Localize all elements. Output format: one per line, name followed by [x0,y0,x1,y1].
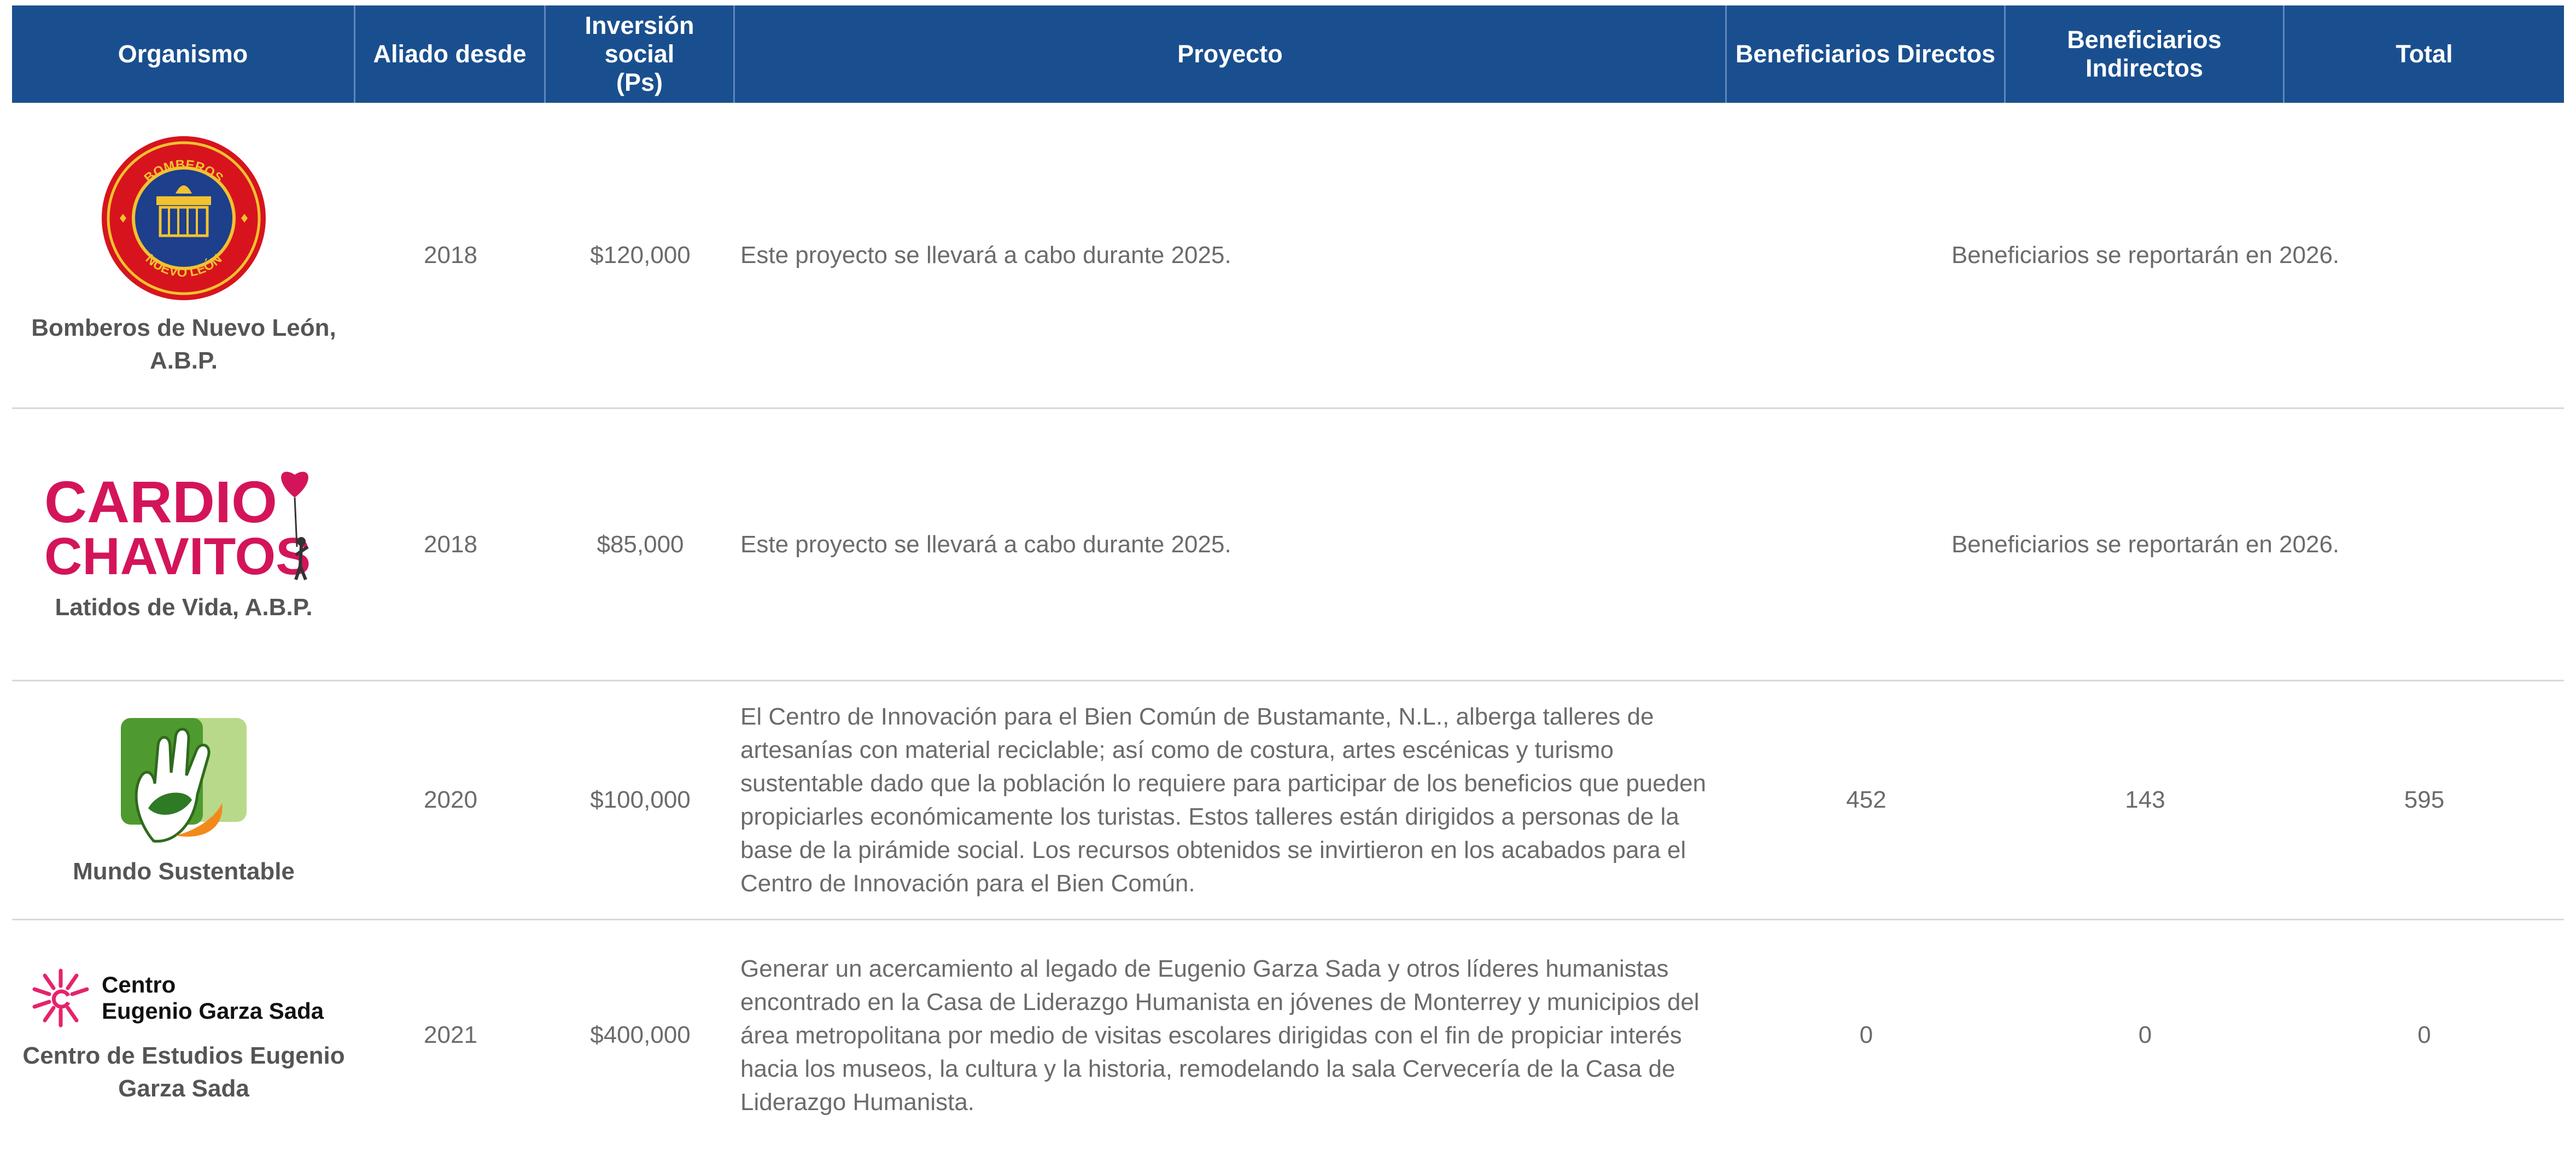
proyecto-text-line: base de la pirámide social. Los recursos… [740,837,1686,863]
header-inversion-social: Inversión social (Ps) [546,5,735,103]
proyecto-cell: Este proyecto se llevará a cabo durante … [740,242,1231,268]
table-header: Organismo Aliado desde Inversión social … [12,5,2564,103]
proyecto-cell: El Centro de Innovación para el Bien Com… [735,681,1727,919]
beneficiarios-directos-cell: 452 [1846,786,1886,813]
aliado-desde-cell: 2018 [424,530,477,558]
proyecto-text-line: encontrado en la Casa de Liderazgo Human… [740,988,1699,1015]
organismo-name-line1: Bomberos de Nuevo León, [31,314,336,341]
mundo-sustentable-logo-icon [115,713,252,847]
aliado-desde-cell: 2020 [424,786,477,813]
organismo-cell: BOMBEROS NUEVO LEÓN Bomberos de Nuevo Le… [12,103,355,407]
organismo-name-line1: Centro de Estudios Eugenio [22,1042,345,1069]
beneficiarios-note-cell: Beneficiarios se reportarán en 2026. [1951,241,2340,268]
organismo-name-line2: A.B.P. [150,347,218,374]
inversion-cell: $400,000 [590,1021,691,1048]
organismo-cell: Centro Eugenio Garza Sada Centro de Estu… [12,920,355,1150]
header-inversion-line2: social [604,40,675,68]
inversion-cell: $85,000 [597,530,684,558]
table-row: Centro Eugenio Garza Sada Centro de Estu… [12,920,2564,1150]
bomberos-logo-icon: BOMBEROS NUEVO LEÓN [99,133,268,303]
header-proyecto: Proyecto [735,5,1727,103]
cardio-chavitos-logo-icon: CARDIO CHAVITOS [44,465,323,582]
organismo-name-line2: Garza Sada [118,1075,249,1102]
inversion-cell: $120,000 [590,241,691,268]
beneficiarios-directos-cell: 0 [1859,1021,1873,1048]
organismo-name: Mundo Sustentable [73,855,295,888]
total-cell: 0 [2417,1021,2431,1048]
aliado-desde-cell: 2018 [424,241,477,268]
proyecto-text-line: hacia los museos, la cultura y la histor… [740,1055,1675,1082]
egs-logo-line2: Eugenio Garza Sada [102,998,324,1024]
table-row: CARDIO CHAVITOS Latidos de Vida, A.B.P. … [12,409,2564,681]
organismo-cell: CARDIO CHAVITOS Latidos de Vida, A.B.P. [12,409,355,680]
beneficiaries-table: Organismo Aliado desde Inversión social … [12,5,2564,1150]
proyecto-text-line: sustentable dado que la población lo req… [740,770,1707,797]
egs-logo-line1: Centro [102,972,176,997]
cardio-logo-line1: CARDIO [44,469,277,535]
organismo-name: Bomberos de Nuevo León, A.B.P. [31,312,336,377]
proyecto-text-line: Generar un acercamiento al legado de Eug… [740,955,1669,982]
header-indirectos-line1: Beneficiarios [2067,26,2222,54]
table-row: Mundo Sustentable 2020 $100,000 El Centr… [12,681,2564,920]
cardio-logo-line2: CHAVITOS [44,527,311,582]
organismo-name: Latidos de Vida, A.B.P. [55,591,312,624]
header-beneficiarios-directos: Beneficiarios Directos [1727,5,2006,103]
organismo-name-line1: Latidos de Vida, A.B.P. [55,594,313,621]
centro-egs-logo-icon: Centro Eugenio Garza Sada [31,965,337,1031]
proyecto-text-line: propiciarles económicamente los turistas… [740,803,1679,830]
inversion-cell: $100,000 [590,786,691,813]
table-row: BOMBEROS NUEVO LEÓN Bomberos de Nuevo Le… [12,103,2564,409]
beneficiarios-note-cell: Beneficiarios se reportarán en 2026. [1951,530,2340,558]
header-aliado-desde: Aliado desde [355,5,546,103]
header-indirectos-line2: Indirectos [2085,54,2204,82]
header-total: Total [2396,40,2453,68]
proyecto-text-line: área metropolitana por medio de visitas … [740,1021,1682,1049]
proyecto-cell: Generar un acercamiento al legado de Eug… [735,920,1727,1150]
total-cell: 595 [2404,786,2445,813]
organismo-name: Centro de Estudios Eugenio Garza Sada [22,1040,344,1105]
proyecto-text-line: El Centro de Innovación para el Bien Com… [740,703,1654,730]
organismo-cell: Mundo Sustentable [12,681,355,919]
organismo-name-line1: Mundo Sustentable [73,857,295,885]
proyecto-cell: Este proyecto se llevará a cabo durante … [740,531,1231,558]
header-inversion-line3: (Ps) [616,68,663,96]
header-organismo: Organismo [12,5,355,103]
aliado-desde-cell: 2021 [424,1021,477,1048]
header-inversion-line1: Inversión [585,11,694,39]
proyecto-text-line: Centro de Innovación para el Bien Común. [740,870,1195,897]
proyecto-text-line: artesanías con material reciclable; así … [740,737,1614,763]
beneficiarios-indirectos-cell: 0 [2138,1021,2152,1048]
beneficiarios-indirectos-cell: 143 [2125,786,2165,813]
proyecto-text-line: Liderazgo Humanista. [740,1088,975,1116]
header-beneficiarios-indirectos: Beneficiarios Indirectos [2006,5,2285,103]
